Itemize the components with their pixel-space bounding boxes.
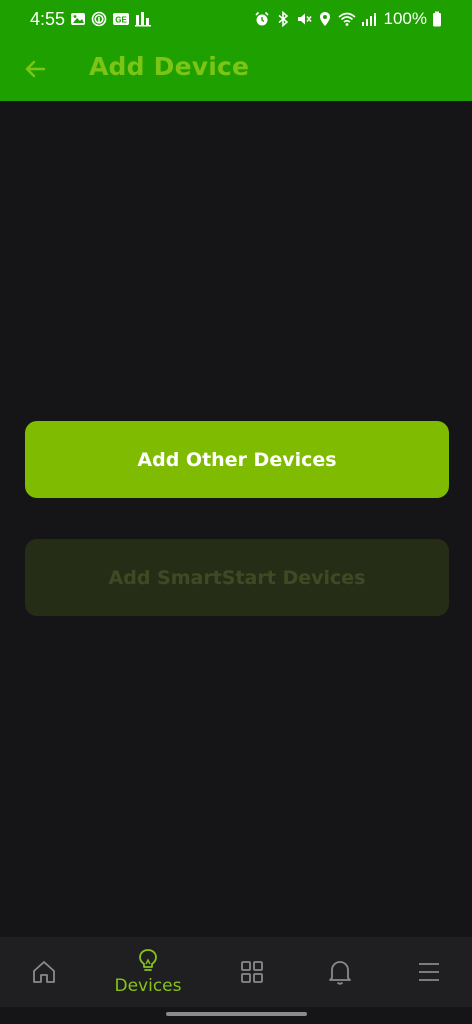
nav-item-label: Devices <box>114 976 182 996</box>
status-left-icons: GE <box>70 11 151 27</box>
battery-icon <box>433 11 441 27</box>
app-bar: Add Device <box>0 40 472 101</box>
gallery-icon <box>71 13 85 25</box>
bell-icon <box>329 961 351 985</box>
home-icon <box>33 961 55 983</box>
back-button[interactable] <box>18 52 52 86</box>
fingerprint-icon <box>91 11 107 27</box>
nav-item-notifications[interactable] <box>310 937 370 1007</box>
svg-text:GE: GE <box>115 16 127 25</box>
gesture-handle[interactable] <box>166 1012 307 1016</box>
ge-icon: GE <box>113 13 129 25</box>
signal-icon <box>361 13 376 26</box>
status-time: 4:55 <box>30 9 66 29</box>
nav-item-devices[interactable]: Devices <box>104 937 192 1007</box>
wifi-icon <box>337 12 356 26</box>
grid-icon <box>241 961 263 983</box>
status-bar: 4:55 GE 100% <box>0 0 472 40</box>
lightbulb-icon <box>139 949 157 971</box>
arrow-left-icon <box>25 60 46 78</box>
status-right-icons: 100% <box>254 9 442 29</box>
nav-item-scenes[interactable] <box>222 937 282 1007</box>
bluetooth-icon <box>278 11 288 27</box>
nav-item-menu[interactable] <box>399 937 459 1007</box>
app-screen: 4:55 GE 100% Add Device Add Other Device… <box>0 0 472 1024</box>
battery-percent: 100% <box>383 9 427 28</box>
alarm-icon <box>254 11 269 26</box>
chart-icon <box>135 12 151 27</box>
location-icon <box>319 12 330 26</box>
bottom-navigation: Devices <box>0 937 472 1007</box>
page-title: Add Device <box>89 52 250 81</box>
add-smartstart-devices-button[interactable]: Add SmartStart Devices <box>25 539 449 616</box>
add-other-devices-button[interactable]: Add Other Devices <box>25 421 449 498</box>
header: 4:55 GE 100% Add Device <box>0 0 472 101</box>
menu-icon <box>419 963 439 981</box>
nav-item-home[interactable] <box>14 937 74 1007</box>
mute-icon <box>297 13 312 25</box>
